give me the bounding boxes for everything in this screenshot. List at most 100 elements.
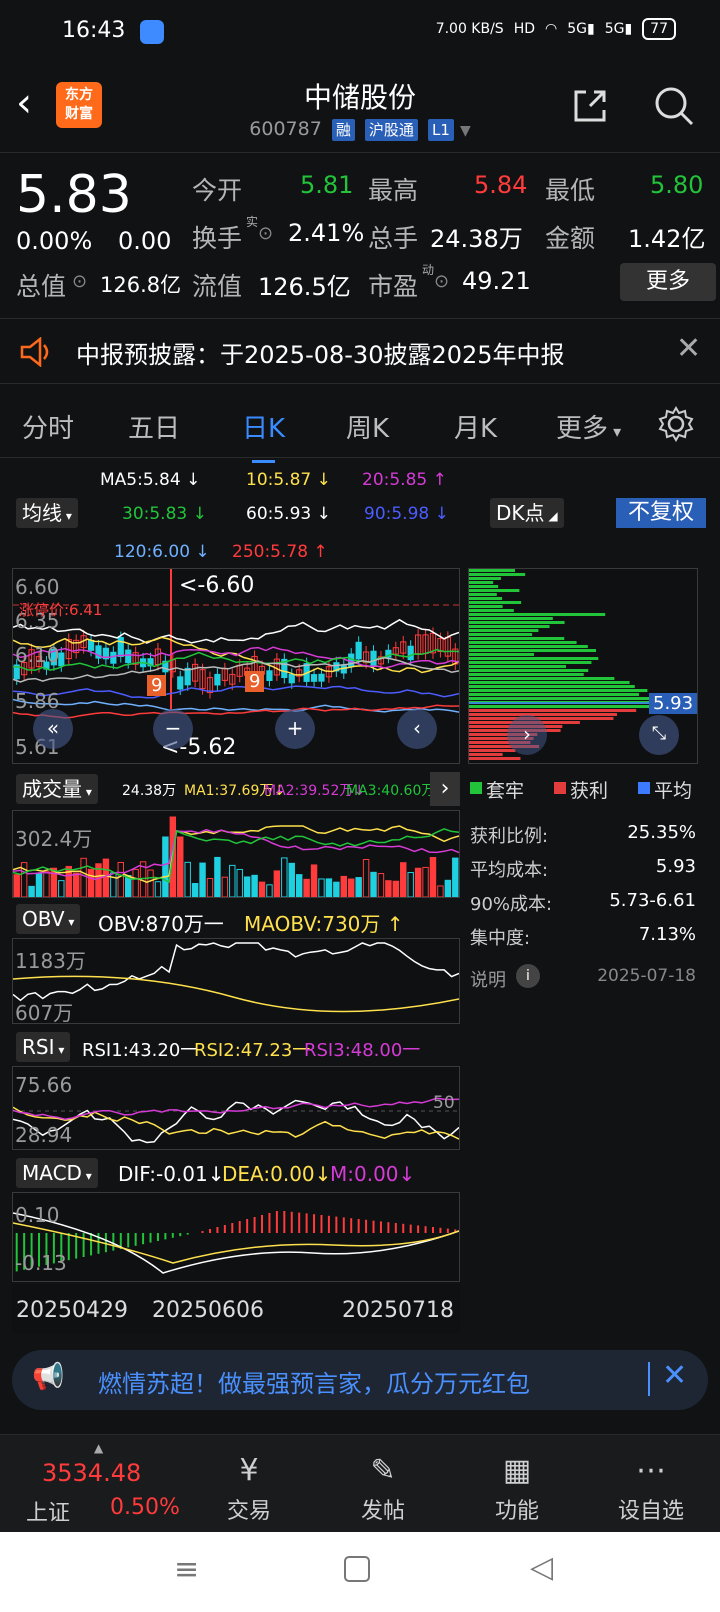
- nav-add-watchlist[interactable]: ⋯ 设自选: [586, 1453, 716, 1525]
- back-nav-icon[interactable]: ◁: [530, 1550, 553, 1585]
- gear-icon[interactable]: [658, 406, 694, 442]
- macd-svg: [13, 1211, 459, 1274]
- volume-axis-top: 302.4万: [15, 827, 93, 851]
- speaker-icon: [20, 337, 49, 367]
- zoom-in-icon[interactable]: +: [275, 709, 315, 749]
- ma10: 10:5.87 ↓: [246, 470, 331, 490]
- tab-more[interactable]: 更多 ▾: [556, 408, 621, 445]
- chip-bar: [469, 749, 516, 752]
- info-icon-3[interactable]: ⊙: [434, 271, 449, 292]
- volume-bar: [214, 856, 221, 897]
- promo-banner[interactable]: 📢 燃情苏超！做最强预言家，瓜分万元红包 ✕: [12, 1350, 708, 1410]
- ma-line: [13, 646, 459, 669]
- macd-dropdown[interactable]: MACD ▾: [16, 1158, 98, 1188]
- high-marker: <-6.60: [179, 573, 255, 598]
- zoom-out-icon[interactable]: −: [153, 709, 193, 749]
- tab-weekly-k[interactable]: 周K: [346, 408, 389, 445]
- chip-distribution[interactable]: 5.93 › ⤡: [468, 568, 698, 764]
- volume-bar: [13, 874, 20, 897]
- tab-daily-k[interactable]: 日K: [242, 408, 285, 463]
- rsi-dropdown[interactable]: RSI ▾: [16, 1032, 71, 1062]
- volume-bar: [355, 877, 362, 897]
- obv-value: OBV:870万一: [98, 912, 224, 936]
- rsi-chart[interactable]: 75.66 28.94 50: [12, 1066, 460, 1150]
- nav-functions[interactable]: ▦ 功能: [452, 1453, 582, 1525]
- legend-avg: 平均: [654, 780, 693, 802]
- volume-dropdown[interactable]: 成交量 ▾: [16, 774, 98, 804]
- status-icons: 7.00 KB/S HD ◠ 5G▮ 5G▮ 77: [436, 18, 676, 40]
- cost-90-value: 5.73-6.61: [609, 890, 696, 911]
- nav-post[interactable]: ✎ 发帖: [318, 1453, 448, 1525]
- nine-signal-2: 9: [245, 671, 265, 692]
- volume-bar: [370, 871, 377, 897]
- candle-body: [407, 645, 414, 661]
- close-icon[interactable]: ✕: [676, 331, 701, 366]
- more-button[interactable]: 更多: [620, 263, 716, 301]
- tag-margin: 融: [331, 119, 355, 141]
- chip-bar: [469, 617, 553, 620]
- status-bar: 16:43 7.00 KB/S HD ◠ 5G▮ 5G▮ 77: [0, 0, 720, 62]
- open-value: 5.81: [300, 171, 354, 199]
- chevron-down-icon[interactable]: ▼: [460, 123, 471, 139]
- tab-intraday[interactable]: 分时: [22, 408, 74, 445]
- pe-value: 49.21: [462, 267, 531, 295]
- volume-bar: [392, 880, 400, 897]
- macd-header: MACD ▾ DIF:-0.01↓ DEA:0.00↓ M:0.00↓: [12, 1156, 460, 1190]
- bottom-nav: ▲ 3534.48 上证 0.50% ¥ 交易 ✎ 发帖 ▦ 功能 ⋯ 设自选: [0, 1434, 720, 1532]
- adjust-button[interactable]: 不复权: [616, 498, 707, 528]
- expand-icon[interactable]: ⤡: [639, 715, 679, 755]
- volume-bar: [221, 876, 229, 897]
- chip-bar: [469, 605, 503, 608]
- low-label: 最低: [545, 176, 596, 205]
- chip-price-label: 5.93: [649, 693, 698, 714]
- volume-bar: [303, 878, 310, 897]
- tab-five-day[interactable]: 五日: [128, 408, 180, 445]
- volume-bar: [266, 884, 273, 897]
- rsi-svg: [13, 1097, 459, 1144]
- volume-bar: [236, 868, 243, 897]
- signal-icon-2: 5G▮: [604, 21, 633, 37]
- explain-label[interactable]: 说明: [470, 966, 506, 992]
- chevron-right-icon[interactable]: ›: [430, 772, 460, 806]
- scroll-left-icon[interactable]: ‹: [397, 709, 437, 749]
- volume-bar: [333, 881, 340, 897]
- chevron-down-icon: ▾: [608, 422, 622, 441]
- nav-trade[interactable]: ¥ 交易: [184, 1453, 314, 1525]
- menu-icon[interactable]: ≡: [174, 1552, 199, 1587]
- macd-chart[interactable]: 0.10 -0.13: [12, 1192, 460, 1282]
- search-icon[interactable]: [652, 84, 696, 128]
- caret-up-icon: ▲: [94, 1441, 104, 1455]
- status-time: 16:43: [62, 18, 126, 43]
- obv-chart[interactable]: 1183万 607万: [12, 938, 460, 1025]
- edit-icon: ✎: [370, 1453, 396, 1488]
- info-icon-4[interactable]: i: [516, 964, 540, 988]
- kline-chart[interactable]: 6.60 6.35 6.10 5.86 5.61 涨停价:6.41 <-6.60…: [12, 568, 460, 764]
- chip-bar: [469, 705, 654, 708]
- ma-dropdown[interactable]: 均线 ▾: [16, 498, 78, 528]
- candle-body: [110, 651, 117, 664]
- home-icon[interactable]: [344, 1556, 370, 1582]
- notice-bar[interactable]: 中报预披露：于2025-08-30披露2025年中报 ✕: [0, 318, 720, 384]
- chip-bar: [469, 693, 639, 696]
- dk-dropdown[interactable]: DK点 ◢: [490, 498, 564, 528]
- tab-monthly-k[interactable]: 月K: [454, 408, 497, 445]
- volume-bar: [243, 876, 251, 897]
- scroll-right-icon[interactable]: ›: [507, 715, 547, 755]
- profit-ratio-value: 25.35%: [627, 822, 696, 843]
- turnover-value: 2.41%: [288, 219, 365, 247]
- chip-bar: [469, 709, 637, 712]
- candle-body: [177, 676, 184, 690]
- obv-dropdown[interactable]: OBV ▾: [16, 904, 81, 934]
- volume-chart[interactable]: 302.4万: [12, 810, 460, 898]
- index-value: 3534.48: [42, 1459, 142, 1487]
- info-icon-2[interactable]: ⊙: [72, 271, 87, 292]
- index-name: 上证: [26, 1501, 71, 1526]
- chip-bar: [469, 665, 566, 668]
- chip-bar: [469, 653, 534, 656]
- info-icon[interactable]: ⊙: [258, 223, 273, 244]
- scroll-left-fast-icon[interactable]: «: [33, 709, 73, 749]
- close-icon-2[interactable]: ✕: [662, 1358, 687, 1393]
- stock-header: ‹ 东方 财富 中储股份 600787 融 沪股通 L1 ▼: [0, 62, 720, 152]
- share-icon[interactable]: [570, 86, 610, 126]
- chip-bar: [469, 689, 648, 692]
